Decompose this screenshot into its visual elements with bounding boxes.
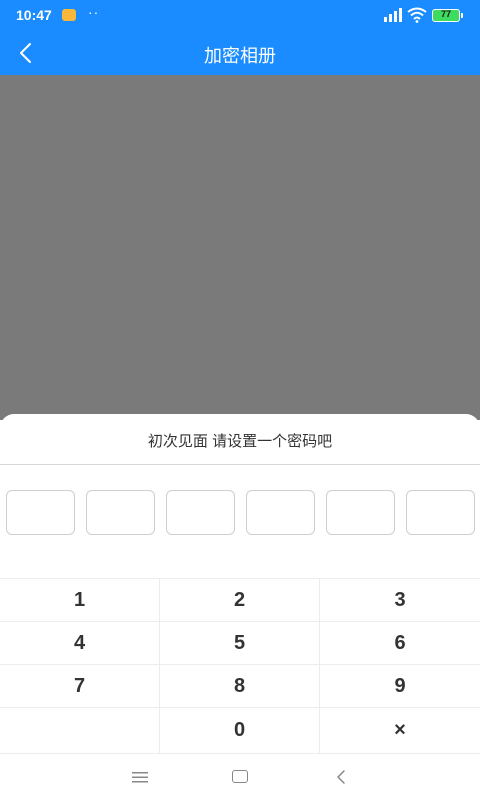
key-4[interactable]: 4 [0,622,160,665]
more-notifications-indicator: ·· [88,4,100,20]
key-delete[interactable]: × [320,708,480,754]
signal-icon [384,8,402,22]
key-9[interactable]: 9 [320,665,480,708]
menu-icon[interactable] [132,770,148,784]
key-2[interactable]: 2 [160,579,320,622]
key-1[interactable]: 1 [0,579,160,622]
system-navigation-bar [0,756,480,800]
pin-digit-box-2[interactable] [86,490,155,535]
numeric-keypad: 1 2 3 4 5 6 7 8 9 0 × [0,578,480,754]
key-3[interactable]: 3 [320,579,480,622]
pin-digit-box-3[interactable] [166,490,235,535]
wifi-icon [407,7,427,23]
nav-back-icon[interactable] [334,768,348,786]
key-7[interactable]: 7 [0,665,160,708]
app-header: 10:47 ·· 77 加密相册 [0,0,480,75]
pin-digit-box-1[interactable] [6,490,75,535]
status-time: 10:47 [16,7,52,23]
key-6[interactable]: 6 [320,622,480,665]
status-bar: 10:47 ·· 77 [0,0,480,30]
modal-backdrop[interactable] [0,75,480,420]
message-notification-icon [62,9,76,21]
key-5[interactable]: 5 [160,622,320,665]
password-prompt: 初次见面 请设置一个密码吧 [147,433,333,450]
battery-tip [461,13,463,18]
home-icon[interactable] [232,770,248,783]
divider [0,464,480,465]
page-title: 加密相册 [204,46,276,66]
pin-digit-box-4[interactable] [246,490,315,535]
key-empty [0,708,160,754]
pin-digit-box-6[interactable] [406,490,475,535]
battery-level: 77 [440,9,451,19]
pin-digit-box-5[interactable] [326,490,395,535]
battery-icon: 77 [432,9,460,22]
key-8[interactable]: 8 [160,665,320,708]
set-password-sheet: 初次见面 请设置一个密码吧 1 2 3 4 5 6 7 8 9 0 × [0,414,480,800]
key-0[interactable]: 0 [160,708,320,754]
